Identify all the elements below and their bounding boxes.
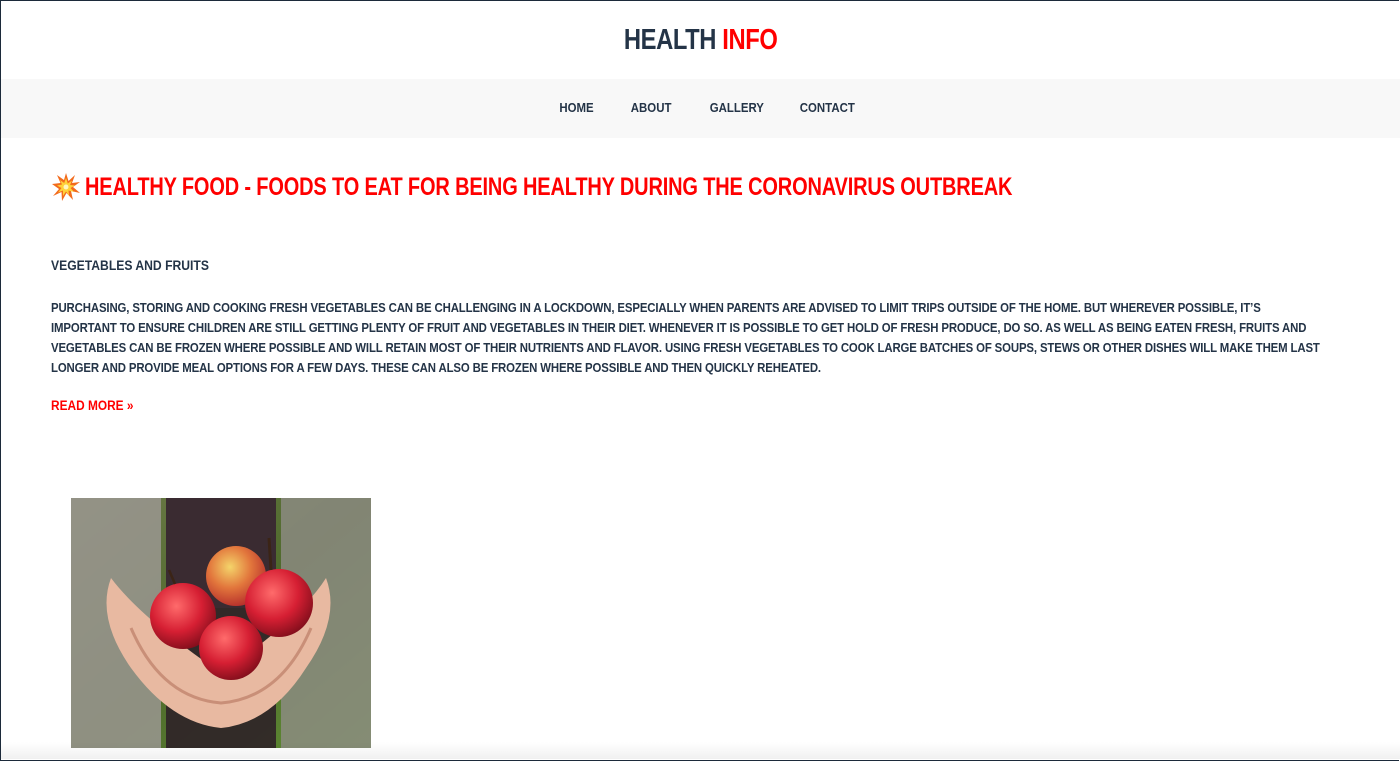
nav-item-about[interactable]: ABOUT	[631, 100, 672, 115]
article-headline: HEALTHY FOOD - FOODS TO EAT FOR BEING HE…	[51, 172, 1244, 202]
logo-text-health: HEALTH	[623, 23, 717, 56]
nav-item-home[interactable]: HOME	[559, 100, 593, 115]
apples-photo[interactable]	[71, 498, 371, 748]
section-title: VEGETABLES AND FRUITS	[51, 258, 209, 273]
nav-item-contact[interactable]: CONTACT	[800, 100, 855, 115]
read-more-link[interactable]: READ MORE »	[51, 398, 134, 413]
article-body: PURCHASING, STORING AND COOKING FRESH VE…	[51, 301, 1320, 375]
collision-burst-icon	[52, 173, 80, 201]
headline-text: HEALTHY FOOD - FOODS TO EAT FOR BEING HE…	[85, 172, 1013, 201]
site-header: HEALTH INFO	[1, 1, 1400, 79]
main-nav: HOME ABOUT GALLERY CONTACT	[1, 79, 1400, 138]
logo-text-info: INFO	[722, 23, 778, 56]
site-logo[interactable]: HEALTH INFO	[624, 24, 778, 57]
nav-item-gallery[interactable]: GALLERY	[710, 100, 764, 115]
